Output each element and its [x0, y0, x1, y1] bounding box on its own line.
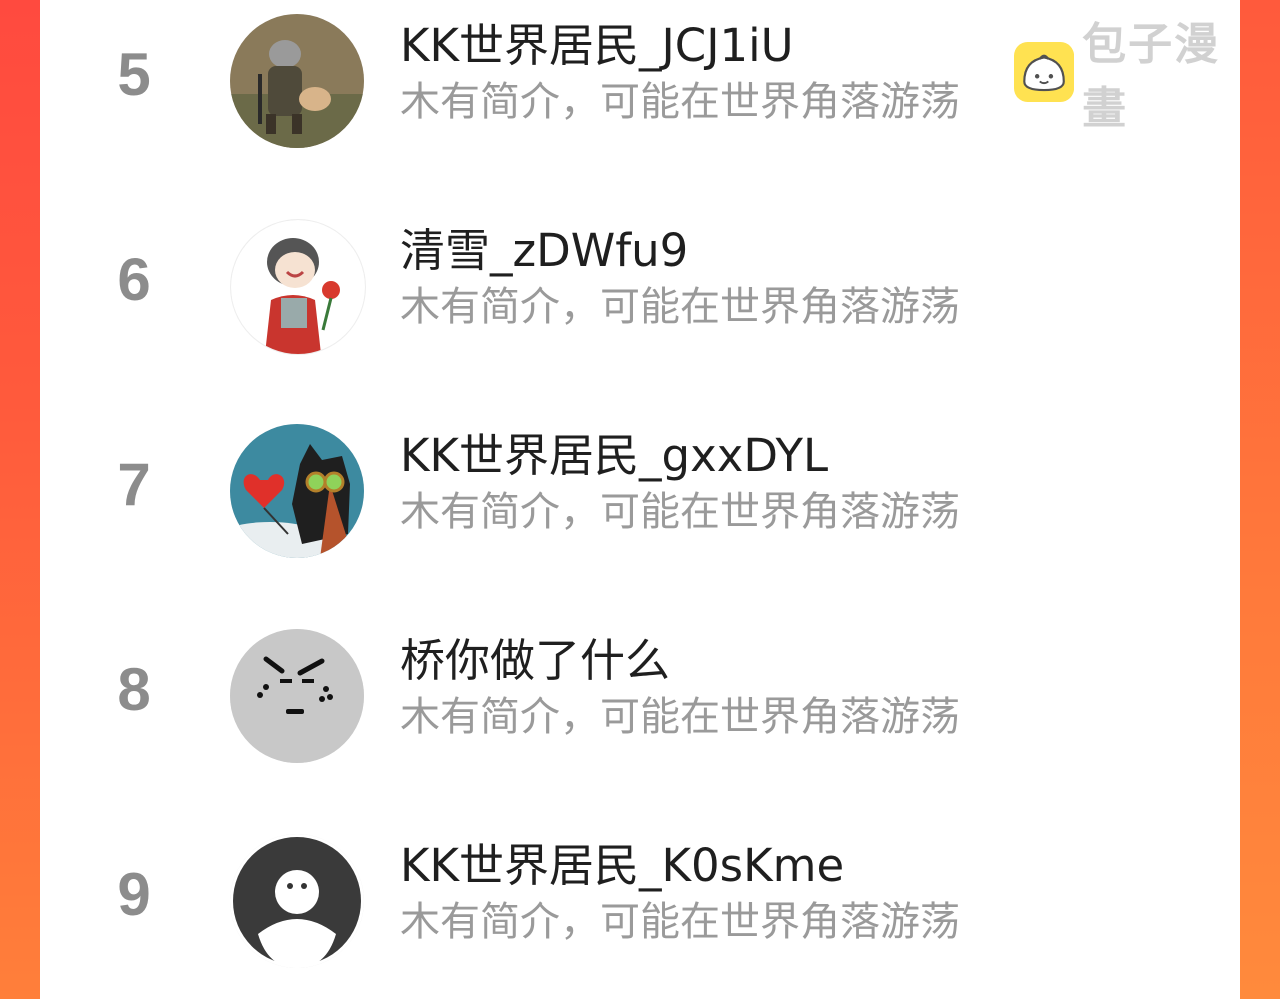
- avatar[interactable]: [230, 424, 364, 558]
- user-name: 桥你做了什么: [400, 634, 671, 687]
- rank-number: 9: [117, 861, 151, 928]
- grey-face-avatar: [230, 629, 364, 763]
- watermark: 包子漫畫: [1014, 19, 1240, 134]
- user-bio: 木有简介，可能在世界角落游荡: [400, 694, 960, 740]
- user-bio: 木有简介，可能在世界角落游荡: [400, 489, 960, 535]
- list-item[interactable]: 8 桥你做了什么 木有简介，可能在世界角落游荡: [40, 615, 1240, 765]
- bun-logo-icon: [1014, 41, 1075, 103]
- user-bio: 木有简介，可能在世界角落游荡: [400, 284, 960, 330]
- rank-number: 8: [117, 656, 151, 723]
- rank-number: 7: [117, 451, 151, 518]
- user-bio: 木有简介，可能在世界角落游荡: [400, 899, 960, 945]
- watermark-text: 包子漫畫: [1082, 19, 1221, 134]
- right-background-strip: [1240, 0, 1280, 999]
- rank-number: 6: [117, 246, 151, 313]
- user-name: KK世界居民_gxxDYL: [400, 429, 829, 482]
- anime-boy-flower-avatar: [231, 220, 365, 354]
- list-item[interactable]: 6 清雪_zDWfu9 木有简介，可能在世界角落游荡: [40, 205, 1240, 355]
- user-bio: 木有简介，可能在世界角落游荡: [400, 79, 960, 125]
- avatar[interactable]: [230, 14, 364, 148]
- user-name: KK世界居民_K0sKme: [400, 839, 845, 892]
- black-cat-heart-avatar: [230, 424, 364, 558]
- user-name: 清雪_zDWfu9: [400, 224, 689, 277]
- rank-number: 5: [117, 41, 151, 108]
- user-name: KK世界居民_JCJ1iU: [400, 19, 794, 72]
- list-item[interactable]: 9 KK世界居民_K0sKme 木有简介，可能在世界角落游荡: [40, 820, 1240, 970]
- fan-list-panel: 5 KK世界居民_JCJ1iU 木有简介，可能在世界角落游荡 6 清雪_zDWf…: [40, 0, 1240, 999]
- default-ghost-avatar: [230, 834, 364, 968]
- avatar[interactable]: [230, 219, 366, 355]
- list-item[interactable]: 7 KK世界居民_gxxDYL 木有简介，可能在世界角落游荡: [40, 410, 1240, 560]
- cat-with-gun-avatar: [230, 14, 364, 148]
- avatar[interactable]: [230, 834, 364, 968]
- avatar[interactable]: [230, 629, 364, 763]
